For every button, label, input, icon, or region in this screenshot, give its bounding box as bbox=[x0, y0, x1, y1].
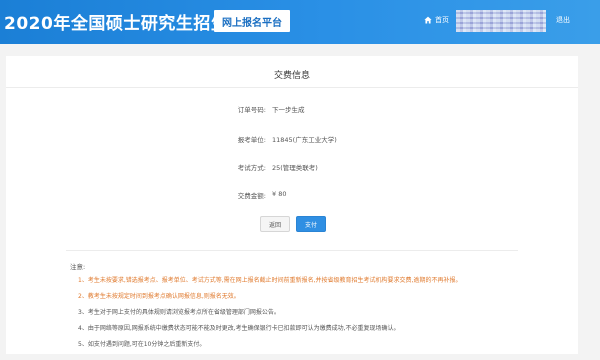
home-icon bbox=[424, 16, 432, 24]
home-link-label: 首页 bbox=[435, 16, 449, 24]
payment-info-card: 交费信息 订单号码: 下一步生成 报考单位: 11845(广东工业大学) 考试方… bbox=[6, 56, 578, 354]
online-registration-platform-tab[interactable]: 网上报名平台 bbox=[214, 10, 290, 32]
exam-mode-value: 25(管理类联考) bbox=[272, 164, 318, 172]
page-title: 交费信息 bbox=[273, 71, 310, 81]
fee-amount-row: 交费金额: ¥ 80 bbox=[6, 190, 578, 202]
applied-institution-label: 报考单位: bbox=[237, 136, 266, 144]
logout-link[interactable]: 退出 bbox=[556, 15, 570, 25]
exam-mode-label: 考试方式: bbox=[237, 164, 266, 172]
top-header-bar: 2020年全国硕士研究生招生考试 网上报名平台 首页 退出 bbox=[0, 0, 600, 44]
pay-button[interactable]: 支付 bbox=[296, 216, 326, 232]
notes-title: 注意: bbox=[70, 263, 86, 271]
note-item: 2、教考生未按规定时间到报考点确认网报信息,则报名无效。 bbox=[78, 293, 240, 300]
note-item: 5、如支付遇到问题,可在10分钟之后重新支付。 bbox=[78, 341, 206, 348]
order-number-value: 下一步生成 bbox=[272, 106, 305, 114]
order-number-label: 订单号码: bbox=[237, 106, 266, 114]
note-item: 3、考生对于网上支付的具体规则请浏览报考点所在省级管理部门网报公告。 bbox=[78, 309, 280, 316]
notes-divider bbox=[66, 250, 518, 251]
exam-mode-row: 考试方式: 25(管理类联考) bbox=[6, 162, 578, 174]
back-button[interactable]: 返回 bbox=[260, 216, 290, 232]
note-item: 4、由于网络等原因,网报系统中缴费状态可能不能及时更改,考生确保银行卡已扣款即可… bbox=[78, 325, 400, 332]
fee-amount-value: ¥ 80 bbox=[272, 190, 287, 198]
user-info-redacted bbox=[456, 10, 546, 32]
fee-amount-label: 交费金额: bbox=[237, 192, 266, 200]
order-number-row: 订单号码: 下一步生成 bbox=[6, 104, 578, 116]
title-divider bbox=[6, 87, 578, 88]
note-item: 1、考生未按要求,错选报考点、报考单位、考试方式等,需在网上报名截止时间前重新报… bbox=[78, 277, 462, 284]
home-link[interactable]: 首页 bbox=[424, 15, 449, 25]
applied-institution-row: 报考单位: 11845(广东工业大学) bbox=[6, 134, 578, 146]
action-buttons: 返回 支付 bbox=[6, 216, 578, 234]
applied-institution-value: 11845(广东工业大学) bbox=[272, 136, 337, 144]
